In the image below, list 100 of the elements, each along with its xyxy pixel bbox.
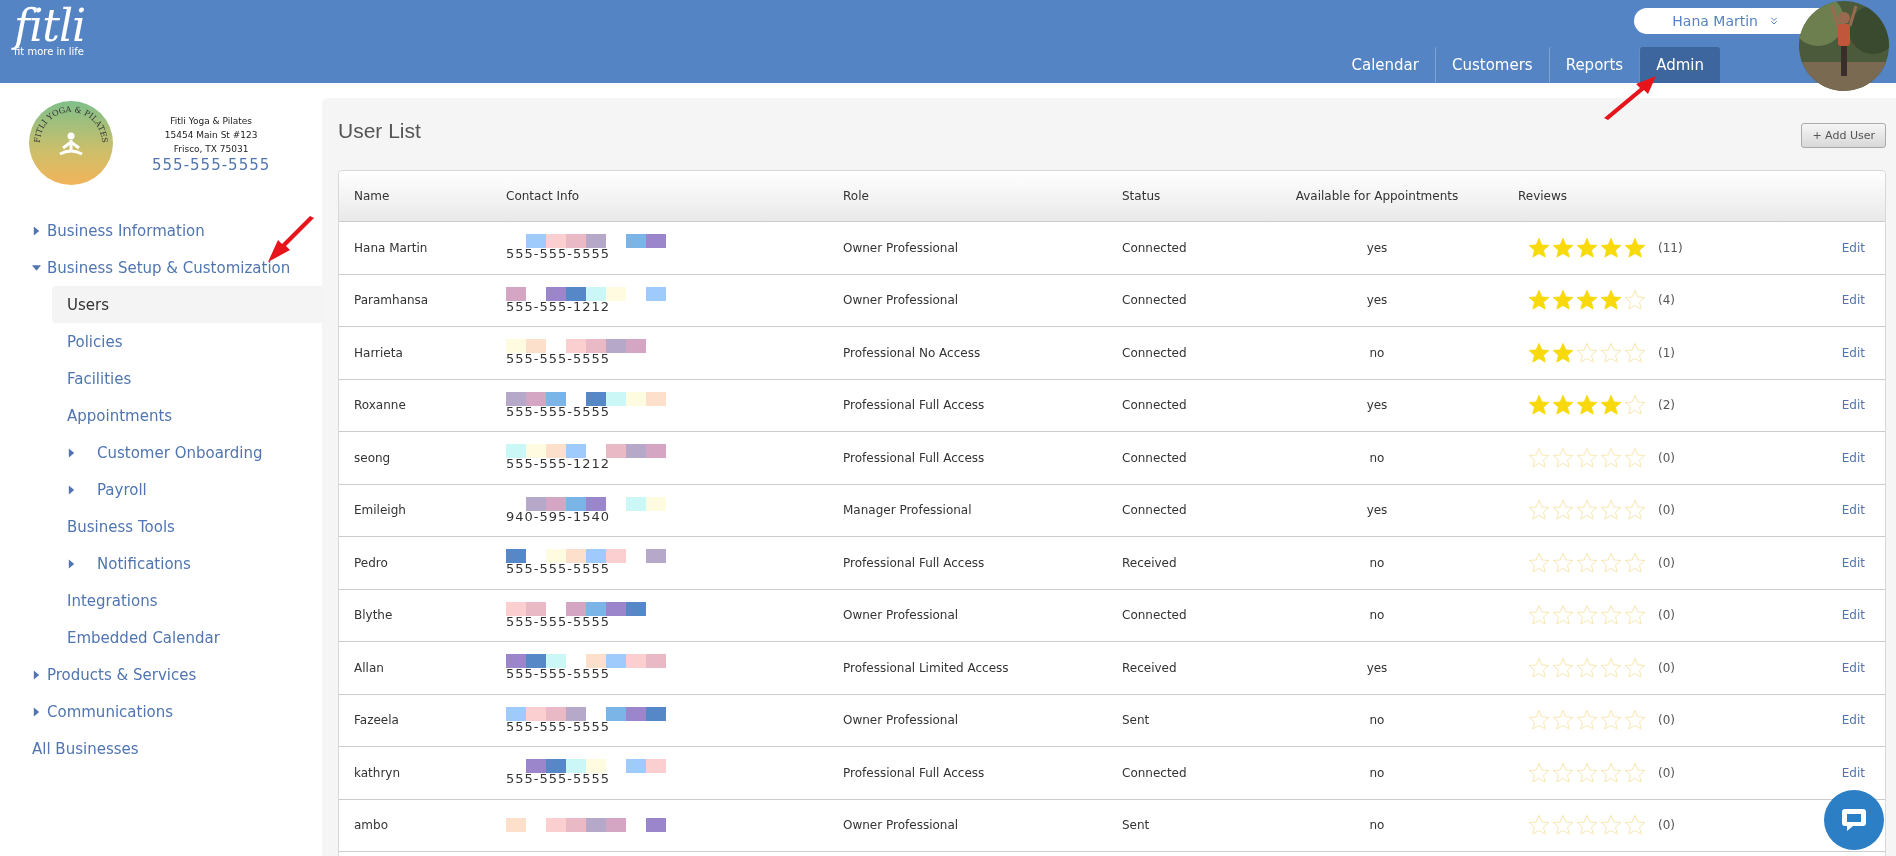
star-icon [1576, 604, 1598, 627]
edit-link[interactable]: Edit [1841, 398, 1885, 413]
phone-number: 940-595-1540 [506, 508, 612, 524]
nav-tab[interactable]: Customers [1434, 47, 1549, 83]
star-icon [1528, 656, 1550, 679]
table-cell-text: Blythe [353, 608, 394, 623]
phone-number: 555-555-5555 [506, 718, 612, 734]
edit-link[interactable]: Edit [1841, 660, 1885, 675]
edit-link[interactable]: Edit [1841, 765, 1885, 780]
table-cell-text: no [1368, 818, 1386, 833]
edit-link[interactable]: Edit [1841, 293, 1885, 308]
phone-number: 555-555-5555 [506, 613, 612, 629]
sidebar-item[interactable]: Business Setup & Customization [0, 249, 322, 286]
nav-tab[interactable]: Admin [1639, 47, 1720, 83]
review-count: (0) [1658, 503, 1675, 518]
table-cell-text: Connected [1121, 345, 1188, 360]
review-count: (0) [1658, 450, 1675, 465]
star-icon [1624, 446, 1646, 469]
table-cell-text: Connected [1121, 503, 1188, 518]
review-count: (0) [1658, 765, 1675, 780]
phone-number: 555-555-5555 [506, 666, 612, 682]
review-count: (0) [1658, 713, 1675, 728]
table-cell-text: Professional No Access [842, 345, 982, 360]
star-icon [1576, 446, 1598, 469]
column-header: Available for Appointments [1294, 189, 1460, 203]
caret-icon [32, 706, 41, 717]
review-count: (11) [1658, 240, 1683, 255]
sidebar-item[interactable]: All Businesses [0, 730, 322, 767]
caret-icon [67, 558, 76, 569]
user-menu[interactable]: Hana Martin [1634, 8, 1820, 34]
sidebar-item[interactable]: Facilities [52, 360, 322, 397]
star-icon [1552, 341, 1574, 364]
table-cell-text: yes [1365, 503, 1389, 518]
star-icon [1600, 446, 1622, 469]
sidebar-item[interactable]: Policies [52, 323, 322, 360]
table-cell-text: Paramhansa [353, 293, 430, 308]
add-user-button[interactable]: + Add User [1801, 122, 1886, 148]
edit-link[interactable]: Edit [1841, 555, 1885, 570]
star-icon [1600, 761, 1622, 784]
edit-link[interactable]: Edit [1841, 345, 1885, 360]
edit-link[interactable]: Edit [1841, 240, 1885, 255]
table-cell-text: Connected [1121, 450, 1188, 465]
sidebar-item[interactable]: Notifications [52, 545, 322, 582]
star-icon [1528, 394, 1550, 417]
table-cell-text: Professional Full Access [842, 398, 986, 413]
table-cell-text: Received [1121, 660, 1178, 675]
sidebar-item[interactable]: Integrations [52, 582, 322, 619]
table-cell-text: no [1368, 608, 1386, 623]
table-cell-text: Emileigh [353, 503, 407, 518]
star-icon [1552, 394, 1574, 417]
caret-icon [32, 669, 41, 680]
phone-number: 555-555-5555 [506, 246, 612, 262]
table-cell-text: Fazeela [353, 713, 400, 728]
review-count: (0) [1658, 660, 1675, 675]
star-icon [1600, 499, 1622, 522]
chevron-icon [1768, 15, 1780, 27]
sidebar-item[interactable]: Business Tools [52, 508, 322, 545]
sidebar-item[interactable]: Products & Services [0, 656, 322, 693]
star-icon [1552, 814, 1574, 837]
star-icon [1600, 604, 1622, 627]
star-icon [1576, 236, 1598, 259]
star-icon [1600, 656, 1622, 679]
edit-link[interactable]: Edit [1841, 713, 1885, 728]
table-cell-text: no [1368, 450, 1386, 465]
table-cell-text: Sent [1121, 713, 1151, 728]
table-cell-text: Owner Professional [842, 818, 960, 833]
star-icon [1576, 394, 1598, 417]
phone-number: 555-555-1212 [506, 298, 612, 314]
sidebar-item[interactable]: Customer Onboarding [52, 434, 322, 471]
table-cell-text: Owner Professional [842, 713, 960, 728]
table-cell-text: ambo [353, 818, 389, 833]
star-icon [1576, 814, 1598, 837]
sidebar-item[interactable]: Communications [0, 693, 322, 730]
sidebar-item[interactable]: Business Information [0, 212, 322, 249]
table-cell-text: Professional Full Access [842, 765, 986, 780]
sidebar-item[interactable]: Users [52, 286, 322, 323]
table-cell-text: no [1368, 555, 1386, 570]
star-icon [1552, 499, 1574, 522]
star-icon [1576, 499, 1598, 522]
table-cell-text: Connected [1121, 240, 1188, 255]
edit-link[interactable]: Edit [1841, 608, 1885, 623]
sidebar-item[interactable]: Embedded Calendar [52, 619, 322, 656]
star-icon [1552, 604, 1574, 627]
star-icon [1528, 551, 1550, 574]
star-icon [1624, 656, 1646, 679]
nav-tab[interactable]: Calendar [1335, 47, 1435, 83]
caret-icon [32, 262, 41, 273]
sidebar-item[interactable]: Payroll [52, 471, 322, 508]
table-cell-text: Owner Professional [842, 293, 960, 308]
star-icon [1624, 761, 1646, 784]
edit-link[interactable]: Edit [1841, 450, 1885, 465]
table-cell-text: Owner Professional [842, 240, 960, 255]
phone-number: 555-555-5555 [506, 403, 612, 419]
caret-icon [67, 447, 76, 458]
star-icon [1600, 341, 1622, 364]
table-cell-text: seong [353, 450, 392, 465]
column-header: Role [842, 189, 870, 203]
sidebar-item[interactable]: Appointments [52, 397, 322, 434]
table-cell-text: Received [1121, 555, 1178, 570]
edit-link[interactable]: Edit [1841, 503, 1885, 518]
